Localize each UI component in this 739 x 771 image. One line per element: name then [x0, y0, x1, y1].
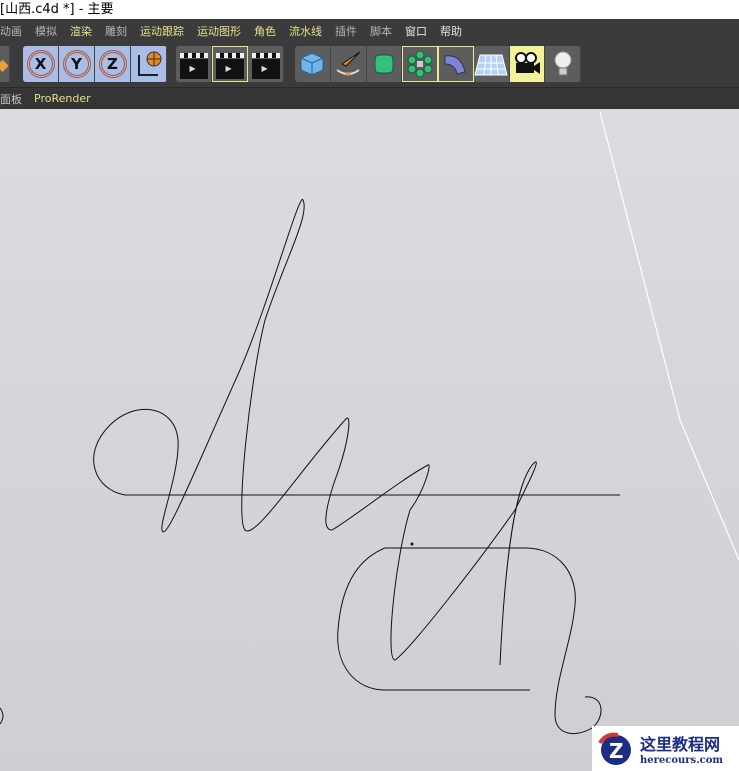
- clapper-icon: [179, 53, 208, 79]
- x-axis-button[interactable]: X: [23, 46, 59, 82]
- toolbar: ◆ X Y Z: [0, 43, 739, 87]
- menu-window[interactable]: 窗口: [405, 23, 427, 39]
- cube-icon: [300, 52, 324, 76]
- z-axis-button[interactable]: Z: [95, 46, 131, 82]
- menu-motion-tracking[interactable]: 运动跟踪: [140, 23, 184, 39]
- svg-text:Z: Z: [609, 739, 624, 763]
- floor-grid-icon: [474, 54, 508, 76]
- pen-icon: [336, 51, 361, 76]
- spline-point: [410, 542, 414, 546]
- spline-path-lower: [410, 547, 602, 735]
- menu-plugins[interactable]: 插件: [335, 23, 357, 39]
- floor-button[interactable]: [474, 46, 510, 82]
- menu-simulate[interactable]: 模拟: [35, 23, 57, 39]
- render-region-button[interactable]: [176, 46, 212, 82]
- render-to-picture-viewer-button[interactable]: [212, 46, 248, 82]
- menu-sculpt[interactable]: 雕刻: [105, 23, 127, 39]
- camera-button[interactable]: [509, 46, 546, 82]
- menu-bar: 动画 模拟 渲染 雕刻 运动跟踪 运动图形 角色 流水线 插件 脚本 窗口 帮助: [0, 19, 739, 43]
- menu-character[interactable]: 角色: [254, 23, 276, 39]
- bend-icon: [444, 55, 466, 75]
- world-coordinates-icon: [137, 51, 161, 76]
- menu-script[interactable]: 脚本: [370, 23, 392, 39]
- subdivision-button[interactable]: [367, 46, 403, 82]
- render-settings-button[interactable]: [248, 46, 284, 82]
- menu-help[interactable]: 帮助: [440, 23, 462, 39]
- window-title: [山西.c4d *] - 主要: [0, 0, 739, 19]
- arrow-icon: ◆: [0, 54, 9, 74]
- x-axis-icon: X: [26, 50, 55, 78]
- axis-group: X Y Z: [23, 46, 167, 82]
- y-axis-button[interactable]: Y: [59, 46, 95, 82]
- light-bulb-icon: [554, 51, 572, 76]
- clapper-icon: [215, 53, 244, 79]
- objects-group: [295, 46, 581, 82]
- menu-pipeline[interactable]: 流水线: [289, 23, 322, 39]
- prorender-menu[interactable]: ProRender: [34, 92, 91, 105]
- camera-icon: [514, 52, 540, 74]
- viewport-edge-line: [599, 111, 739, 561]
- sub-menu-bar: 面板 ProRender: [0, 87, 739, 109]
- toolbar-group-left: ◆: [0, 46, 10, 82]
- coordinate-system-button[interactable]: [131, 46, 167, 82]
- bend-deformer-button[interactable]: [438, 46, 474, 82]
- watermark-url: herecours.com: [640, 755, 724, 766]
- menu-animate[interactable]: 动画: [0, 23, 22, 39]
- spline-drawing: [0, 111, 739, 735]
- light-button[interactable]: [545, 46, 581, 82]
- menu-render[interactable]: 渲染: [70, 23, 92, 39]
- cloner-icon: [407, 50, 433, 78]
- clapper-gear-icon: [251, 53, 280, 79]
- menu-mograph[interactable]: 运动图形: [197, 23, 241, 39]
- subdivision-cube-icon: [374, 54, 394, 74]
- cube-button[interactable]: [295, 46, 331, 82]
- spline-path: [93, 199, 620, 666]
- z-axis-icon: Z: [98, 50, 127, 78]
- spline-path-box: [337, 547, 530, 691]
- render-group: [176, 46, 284, 82]
- y-axis-icon: Y: [62, 50, 91, 78]
- cloner-button[interactable]: [402, 46, 438, 82]
- panel-menu[interactable]: 面板: [0, 91, 22, 107]
- watermark-logo-icon: Z: [598, 732, 631, 765]
- pen-button[interactable]: [331, 46, 367, 82]
- watermark: Z 这里教程网 herecours.com: [592, 726, 739, 771]
- viewport[interactable]: [0, 110, 739, 771]
- transform-tool-button[interactable]: ◆: [0, 46, 10, 82]
- watermark-title: 这里教程网: [640, 735, 721, 754]
